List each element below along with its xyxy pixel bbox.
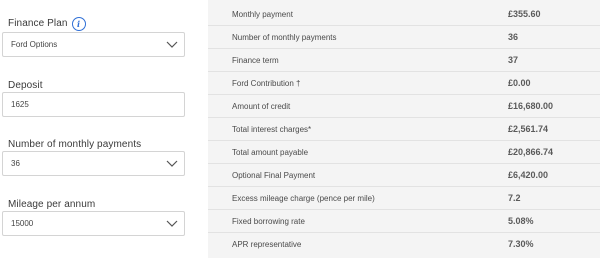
summary-row-value: 5.08%	[508, 216, 534, 226]
chevron-down-icon	[166, 220, 178, 227]
finance-form: Finance Plan i Ford Options Deposit 1625 …	[0, 0, 196, 258]
finance-plan-label-text: Finance Plan	[8, 18, 68, 29]
summary-row: Finance term 37	[208, 49, 600, 72]
summary-row-value: £20,866.74	[508, 147, 554, 157]
info-icon[interactable]: i	[71, 17, 86, 31]
summary-row: Total amount payable £20,866.74	[208, 141, 600, 164]
summary-row: Total interest charges* £2,561.74	[208, 118, 600, 141]
finance-summary-panel: Monthly payment £355.60 Number of monthl…	[208, 0, 600, 258]
chevron-down-icon	[166, 41, 178, 48]
chevron-down-icon	[166, 160, 178, 167]
mileage-label: Mileage per annum	[8, 199, 96, 210]
summary-row-label: Excess mileage charge (pence per mile)	[232, 194, 375, 203]
payments-value: 36	[11, 159, 20, 168]
summary-row-label: Amount of credit	[232, 102, 291, 111]
summary-row: Ford Contribution † £0.00	[208, 72, 600, 95]
finance-plan-select[interactable]: Ford Options	[2, 32, 185, 57]
summary-row-value: £6,420.00	[508, 170, 549, 180]
summary-row-value: £2,561.74	[508, 124, 549, 134]
mileage-select[interactable]: 15000	[2, 211, 185, 236]
summary-row: Fixed borrowing rate 5.08%	[208, 210, 600, 233]
deposit-label: Deposit	[8, 80, 43, 91]
summary-row-label: Finance term	[232, 56, 279, 65]
summary-row-label: Fixed borrowing rate	[232, 217, 305, 226]
summary-row-label: Total interest charges*	[232, 125, 312, 134]
summary-row: Excess mileage charge (pence per mile) 7…	[208, 187, 600, 210]
summary-row-value: £0.00	[508, 78, 531, 88]
summary-row-label: APR representative	[232, 240, 302, 249]
summary-row-label: Total amount payable	[232, 148, 309, 157]
finance-plan-label: Finance Plan i	[8, 17, 86, 31]
summary-row: APR representative 7.30%	[208, 233, 600, 256]
finance-plan-value: Ford Options	[11, 40, 58, 49]
deposit-value: 1625	[11, 100, 29, 109]
payments-label: Number of monthly payments	[8, 139, 142, 150]
summary-row-value: 7.2	[508, 193, 521, 203]
summary-row: Amount of credit £16,680.00	[208, 95, 600, 118]
summary-row-value: 36	[508, 32, 519, 42]
summary-row-value: 37	[508, 55, 519, 65]
payments-select[interactable]: 36	[2, 151, 185, 176]
summary-row-value: £16,680.00	[508, 101, 554, 111]
summary-row: Number of monthly payments 36	[208, 26, 600, 49]
summary-row-label: Number of monthly payments	[232, 33, 337, 42]
summary-row: Monthly payment £355.60	[208, 3, 600, 26]
deposit-input[interactable]: 1625	[2, 92, 185, 117]
summary-row-value: £355.60	[508, 9, 541, 19]
summary-row-label: Monthly payment	[232, 10, 293, 19]
summary-row-label: Optional Final Payment	[232, 171, 316, 180]
mileage-value: 15000	[11, 219, 34, 228]
summary-row-label: Ford Contribution †	[232, 79, 301, 88]
summary-row-value: 7.30%	[508, 239, 534, 249]
finance-calculator: Finance Plan i Ford Options Deposit 1625 …	[0, 0, 600, 258]
summary-row: Optional Final Payment £6,420.00	[208, 164, 600, 187]
